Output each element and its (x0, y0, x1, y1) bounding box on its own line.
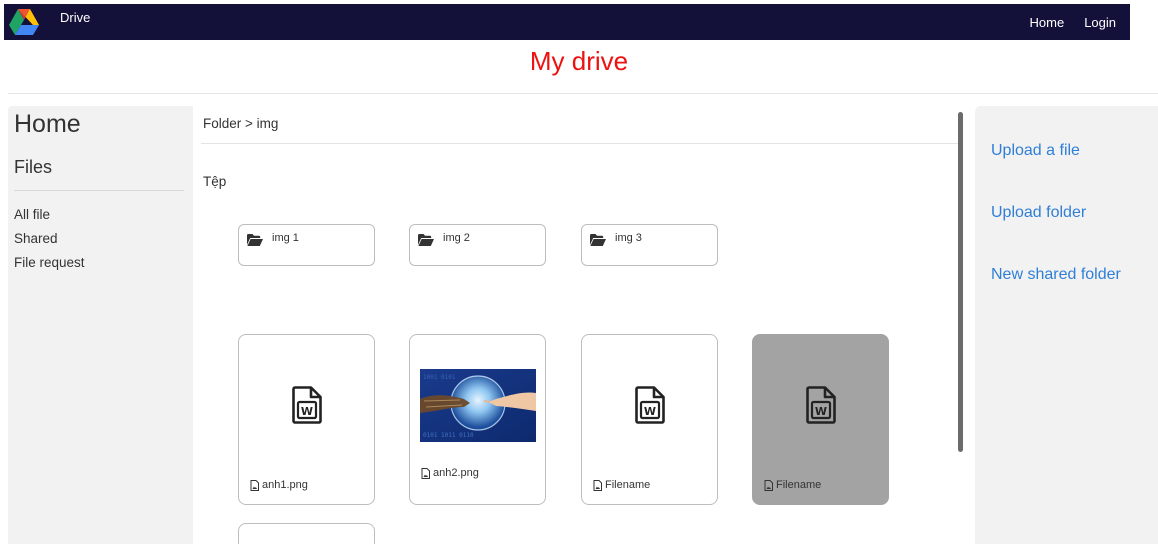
upload-folder-link[interactable]: Upload folder (991, 204, 1086, 222)
file-name-label: Filename (776, 479, 822, 491)
folder-name: img 1 (272, 232, 299, 244)
sidebar-list: All file Shared File request (14, 203, 193, 275)
folder-card[interactable]: img 3 (581, 224, 718, 266)
page-title: My drive (529, 46, 629, 76)
word-file-icon: W (291, 386, 322, 424)
file-name: anh1.png (250, 479, 308, 491)
file-name-label: anh2.png (433, 467, 479, 479)
nav-home-link[interactable]: Home (1030, 15, 1065, 30)
file-name: anh2.png (421, 467, 479, 479)
sidebar-heading: Home (14, 110, 81, 138)
file-card-partial[interactable] (238, 523, 375, 544)
sidebar-item-file-request[interactable]: File request (14, 251, 193, 275)
file-image-icon (250, 479, 259, 491)
nav-login-link[interactable]: Login (1084, 15, 1116, 30)
title-divider (8, 93, 1158, 94)
folder-card[interactable]: img 2 (409, 224, 546, 266)
main-content: Folder > img Tệp img 1 img 2 img 3 W anh… (193, 106, 968, 544)
file-name-label: anh1.png (262, 479, 308, 491)
word-file-icon: W (805, 386, 836, 424)
image-thumbnail: 0101 1011 0110 1001 0101 (420, 369, 536, 442)
top-navbar: Drive Home Login (4, 4, 1130, 40)
brand[interactable]: Drive (8, 8, 90, 36)
sidebar-subheading: Files (14, 157, 53, 177)
file-name: Filename (593, 479, 650, 491)
section-label: Tệp (203, 174, 227, 189)
svg-text:W: W (814, 405, 826, 418)
svg-text:1001 0101: 1001 0101 (423, 374, 456, 381)
svg-text:W: W (643, 405, 655, 418)
brand-name: Drive (60, 9, 91, 25)
folder-open-icon (247, 234, 263, 246)
word-file-icon: W (634, 386, 665, 424)
folder-open-icon (590, 234, 606, 246)
file-name: Filename (764, 479, 821, 491)
folder-open-icon (418, 234, 434, 246)
file-image-icon (764, 479, 773, 491)
right-sidebar: Upload a file Upload folder New shared f… (975, 106, 1158, 544)
svg-text:0101 1011 0110: 0101 1011 0110 (423, 432, 474, 439)
left-sidebar: Home Files All file Shared File request (8, 106, 193, 544)
google-drive-logo-icon (9, 9, 39, 35)
file-card[interactable]: W Filename (581, 334, 718, 505)
folder-card[interactable]: img 1 (238, 224, 375, 266)
sidebar-item-shared[interactable]: Shared (14, 227, 193, 251)
folder-name: img 3 (615, 232, 642, 244)
new-shared-folder-link[interactable]: New shared folder (991, 266, 1121, 284)
vertical-scrollbar[interactable] (958, 112, 963, 452)
file-card-selected[interactable]: W Filename (752, 334, 889, 505)
sidebar-item-all-file[interactable]: All file (14, 203, 193, 227)
file-image-icon (593, 479, 602, 491)
file-image-icon (421, 467, 430, 479)
file-card[interactable]: 0101 1011 0110 1001 0101 anh2.png (409, 334, 546, 505)
upload-file-link[interactable]: Upload a file (991, 142, 1080, 160)
file-name-label: Filename (605, 479, 651, 491)
breadcrumb-divider (201, 143, 958, 144)
folder-name: img 2 (443, 232, 470, 244)
sidebar-divider (14, 190, 184, 191)
nav-links: Home Login (1030, 4, 1117, 40)
file-card[interactable]: W anh1.png (238, 334, 375, 505)
svg-text:W: W (300, 405, 312, 418)
breadcrumb[interactable]: Folder > img (203, 116, 278, 131)
